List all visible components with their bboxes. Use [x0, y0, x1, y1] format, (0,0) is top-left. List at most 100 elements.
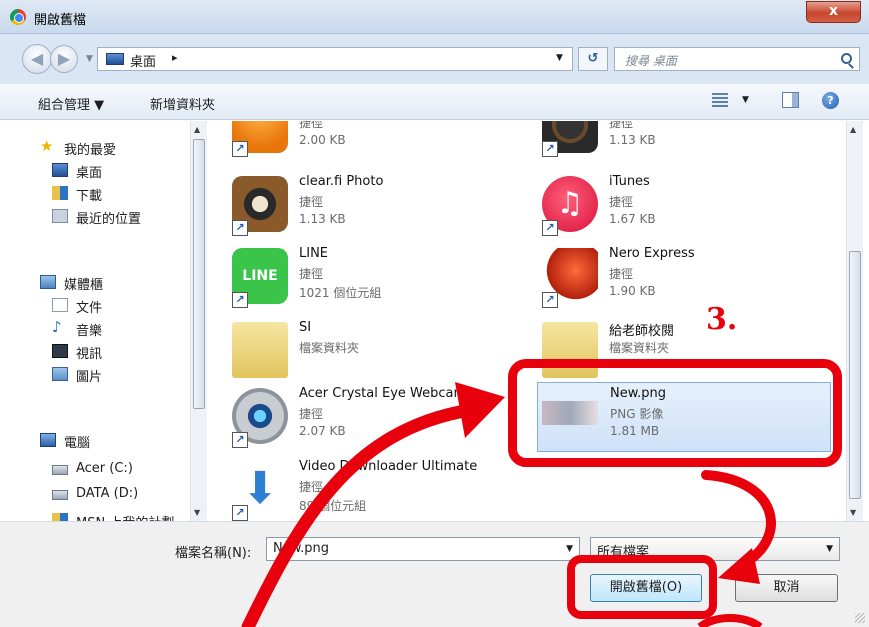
chevron-down-icon[interactable]: ▼	[826, 544, 833, 554]
cancel-button[interactable]: 取消	[735, 574, 838, 602]
filename-value[interactable]: New.png	[273, 541, 329, 556]
shortcut-arrow-icon: ↗	[542, 220, 558, 236]
download-arrow-icon: ⬇ ↗	[232, 461, 288, 521]
view-options-icon[interactable]	[712, 93, 728, 109]
help-icon[interactable]: ?	[822, 92, 839, 109]
preview-pane-icon[interactable]	[782, 92, 799, 108]
file-item[interactable]: LINE ↗ LINE 捷徑 1021 個位元組	[232, 246, 522, 316]
scroll-up-icon[interactable]: ▲	[850, 125, 856, 134]
breadcrumb-desktop[interactable]: 桌面	[130, 51, 156, 70]
breadcrumb-arrow-icon[interactable]: ▸	[172, 51, 178, 64]
close-button[interactable]: x	[806, 1, 861, 23]
file-size: 1.90 KB	[609, 284, 656, 298]
file-type-select[interactable]: 所有檔案 ▼	[590, 537, 840, 561]
navigation-pane: ★ 我的最愛 桌面 下載 最近的位置 媒體櫃 文件 ♪ 音樂 視訊 圖片 電腦 …	[0, 121, 210, 521]
avast-icon: ↗	[232, 121, 288, 157]
file-type-value: 所有檔案	[597, 545, 650, 560]
address-dropdown-icon[interactable]: ▼	[556, 53, 563, 63]
command-toolbar: 組合管理 ▼ 新增資料夾 ▼ ?	[0, 84, 869, 120]
file-size: 1.13 KB	[609, 133, 656, 147]
file-name: SI	[299, 320, 312, 335]
file-name: LINE	[299, 246, 329, 261]
file-type: 捷徑	[299, 407, 324, 421]
new-folder-button[interactable]: 新增資料夾	[150, 94, 215, 113]
filename-label: 檔案名稱(N):	[175, 546, 252, 561]
nav-item-label: 我的最愛	[64, 143, 117, 158]
file-type: 捷徑	[299, 121, 324, 130]
breadcrumb[interactable]: 桌面 ▸ ▼	[97, 47, 573, 71]
file-item[interactable]: ↗ Acer Crystal Eye Webcam 捷徑 2.07 KB	[232, 386, 522, 456]
scrollbar-thumb[interactable]	[849, 251, 861, 499]
file-item[interactable]: ♫ ↗ iTunes 捷徑 1.67 KB	[542, 174, 832, 244]
nav-item-label: 文件	[76, 301, 103, 316]
line-icon: LINE ↗	[232, 248, 288, 308]
documents-icon	[52, 298, 68, 312]
scroll-up-icon[interactable]: ▲	[194, 125, 200, 134]
address-row: ◀ ▶ ▼ 桌面 ▸ ▼ ↺ 搜尋 桌面	[0, 34, 869, 84]
nav-item-label: 媒體櫃	[64, 278, 104, 293]
scroll-down-icon[interactable]: ▼	[194, 508, 200, 517]
refresh-button[interactable]: ↺	[578, 47, 608, 71]
file-item[interactable]: ⬇ ↗ Video Downloader Ultimate 捷徑 89 個位元組	[232, 459, 522, 521]
search-input[interactable]: 搜尋 桌面	[614, 47, 860, 71]
nav-item-label: 視訊	[76, 347, 103, 362]
organize-button[interactable]: 組合管理 ▼	[38, 94, 104, 113]
file-list: ↗ 捷徑 2.00 KB ↗ 捷徑 1.13 KB ↗ clear.fi Pho…	[210, 121, 846, 521]
nav-item-label: 電腦	[64, 436, 91, 451]
shortcut-arrow-icon: ↗	[232, 292, 248, 308]
webcam-icon: ↗	[232, 388, 288, 448]
nero-express-icon: ↗	[542, 248, 598, 308]
file-item[interactable]: SI 檔案資料夾	[232, 320, 522, 390]
view-dropdown-icon[interactable]: ▼	[742, 95, 749, 105]
file-type: 捷徑	[609, 267, 634, 281]
back-button[interactable]: ◀	[22, 44, 52, 74]
videos-icon	[52, 344, 68, 358]
shortcut-arrow-icon: ↗	[232, 505, 248, 521]
downloads-icon	[52, 186, 68, 200]
scrollbar-thumb[interactable]	[193, 139, 205, 409]
file-name: New.png	[610, 386, 667, 401]
file-size: 1.67 KB	[609, 212, 656, 226]
file-type: 捷徑	[299, 267, 324, 281]
file-type: 捷徑	[609, 121, 634, 130]
file-size: 89 個位元組	[299, 499, 367, 513]
file-size: 1021 個位元組	[299, 286, 382, 300]
folder-icon	[542, 322, 598, 378]
search-icon[interactable]	[841, 53, 852, 64]
title-bar: 開啟舊檔 x	[0, 0, 869, 34]
file-name: clear.fi Photo	[299, 174, 384, 189]
filename-dropdown-icon[interactable]: ▼	[566, 544, 573, 554]
file-type: 捷徑	[299, 195, 324, 209]
file-name: Video Downloader Ultimate	[299, 459, 478, 474]
step-number-label: 3.	[706, 302, 738, 337]
shortcut-arrow-icon: ↗	[542, 141, 558, 157]
window-title: 開啟舊檔	[34, 13, 87, 28]
music-icon: ♪	[52, 318, 62, 336]
file-list-scrollbar[interactable]: ▲ ▼	[846, 121, 863, 521]
scroll-down-icon[interactable]: ▼	[850, 508, 856, 517]
file-size: 1.81 MB	[610, 424, 660, 438]
file-item[interactable]: ↗ 捷徑 1.13 KB	[542, 121, 832, 165]
search-placeholder: 搜尋 桌面	[625, 54, 677, 68]
file-item[interactable]: ↗ 捷徑 2.00 KB	[232, 121, 522, 165]
forward-button[interactable]: ▶	[50, 45, 78, 73]
file-item[interactable]: ↗ Nero Express 捷徑 1.90 KB	[542, 246, 832, 316]
resize-grip[interactable]	[855, 613, 865, 623]
file-item[interactable]: ↗ clear.fi Photo 捷徑 1.13 KB	[232, 174, 522, 244]
nav-item-label: Acer (C:)	[76, 461, 133, 476]
file-item-selected[interactable]: New.png PNG 影像 1.81 MB	[537, 382, 831, 452]
open-button[interactable]: 開啟舊檔(O)	[590, 574, 702, 602]
nav-item-label: 圖片	[76, 370, 103, 385]
file-size: 1.13 KB	[299, 212, 346, 226]
recent-pages-dropdown[interactable]: ▼	[86, 54, 93, 64]
nav-item-label: 下載	[76, 189, 103, 204]
navigation-scrollbar[interactable]: ▲ ▼	[190, 121, 207, 521]
line-icon-text: LINE	[242, 268, 278, 284]
shortcut-arrow-icon: ↗	[232, 432, 248, 448]
itunes-icon: ♫ ↗	[542, 176, 598, 236]
file-type: 檔案資料夾	[299, 341, 360, 355]
file-item[interactable]: 給老師校閱 檔案資料夾	[542, 320, 832, 390]
filename-input[interactable]: New.png ▼	[266, 537, 580, 561]
file-name: iTunes	[609, 174, 650, 189]
nav-item-label: 音樂	[76, 324, 103, 339]
